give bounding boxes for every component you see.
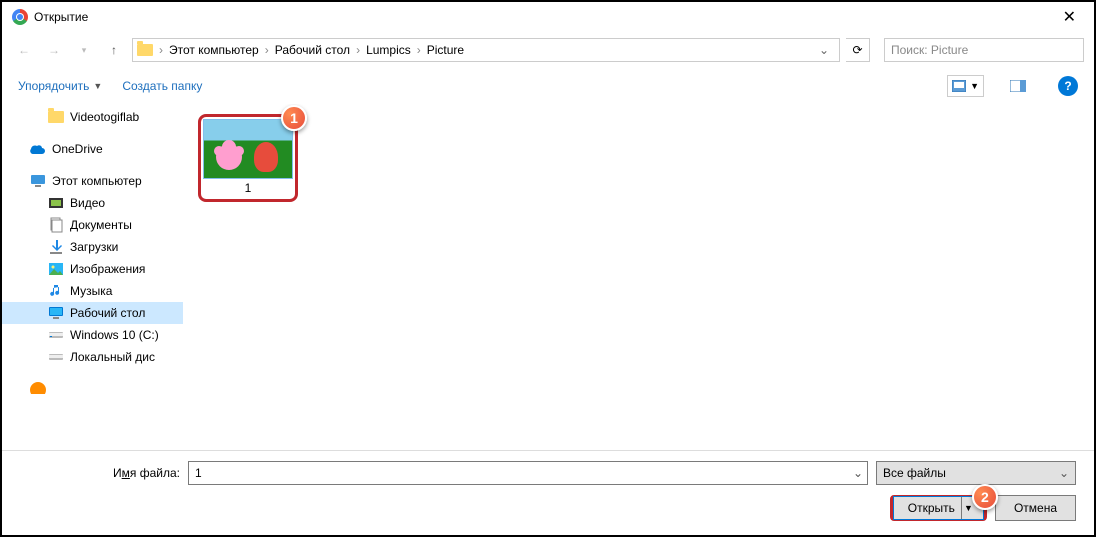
documents-icon [48,217,64,233]
folder-icon [137,44,153,56]
tree-label: OneDrive [52,142,103,156]
file-open-dialog: Открытие ✕ ← → ▾ ↑ › Этот компьютер › Ра… [0,0,1096,537]
sidebar-item-music[interactable]: Музыка [2,280,183,302]
view-mode-button[interactable]: ▼ [947,75,984,97]
filename-row: Имя файла: ⌄ Все файлы ⌄ [20,461,1076,485]
sidebar: Videotogiflab OneDrive Этот компьютер Ви… [2,104,184,450]
sidebar-item-this-pc[interactable]: Этот компьютер [2,170,183,192]
annotation-marker-2: 2 [972,484,998,510]
tree-label: Загрузки [70,240,118,254]
button-row: Открыть ▼ 2 Отмена [20,495,1076,521]
sidebar-item-localdisk[interactable]: Локальный дис [2,346,183,368]
window-title: Открытие [34,10,88,24]
back-button[interactable]: ← [12,38,36,62]
filter-label: Все файлы [883,466,946,480]
pc-icon [30,173,46,189]
chevron-right-icon: › [263,43,271,57]
tree-label: Документы [70,218,132,232]
recent-dropdown[interactable]: ▾ [72,38,96,62]
filename-label: Имя файла: [20,466,180,480]
footer: Имя файла: ⌄ Все файлы ⌄ Открыть ▼ 2 Отм… [2,450,1094,535]
cloud-icon [30,141,46,157]
annotation-marker-1: 1 [281,105,307,131]
tree-label: Videotogiflab [70,110,139,124]
file-type-filter[interactable]: Все файлы ⌄ [876,461,1076,485]
filename-input[interactable] [189,462,849,484]
folder-icon [48,111,64,123]
panel-icon [1010,80,1026,92]
organize-button[interactable]: Упорядочить ▼ [18,79,102,93]
help-button[interactable]: ? [1058,76,1078,96]
sidebar-item-downloads[interactable]: Загрузки [2,236,183,258]
downloads-icon [48,239,64,255]
network-icon [30,382,46,394]
refresh-button[interactable]: ⟳ [846,38,870,62]
chevron-down-icon: ▼ [970,81,979,91]
crumb-lumpics[interactable]: Lumpics [362,43,415,57]
chrome-icon [12,9,28,25]
pictures-icon [48,261,64,277]
sidebar-item-desktop[interactable]: Рабочий стол [2,302,183,324]
open-button-label: Открыть [908,501,955,515]
desktop-icon [48,305,64,321]
tree-label: Этот компьютер [52,174,142,188]
file-name-label: 1 [203,179,293,197]
sidebar-item-documents[interactable]: Документы [2,214,183,236]
new-folder-button[interactable]: Создать папку [122,79,202,93]
filename-input-wrap[interactable]: ⌄ [188,461,868,485]
sidebar-item-onedrive[interactable]: OneDrive [2,138,183,160]
sidebar-item-partial[interactable] [2,378,183,394]
thumbnail-preview [203,119,293,179]
sidebar-item-video[interactable]: Видео [2,192,183,214]
crumb-this-pc[interactable]: Этот компьютер [165,43,263,57]
sidebar-item-videotogiflab[interactable]: Videotogiflab [2,106,183,128]
close-icon[interactable]: ✕ [1055,7,1084,27]
titlebar: Открытие ✕ [2,2,1094,32]
search-placeholder: Поиск: Picture [891,43,968,57]
thumbnails-icon [952,80,966,92]
sidebar-item-pictures[interactable]: Изображения [2,258,183,280]
forward-button[interactable]: → [42,38,66,62]
crumb-picture[interactable]: Picture [423,43,468,57]
music-icon [48,283,64,299]
chevron-right-icon[interactable]: › [157,43,165,57]
open-button[interactable]: Открыть ▼ 2 [890,495,987,521]
tree-label: Рабочий стол [70,306,145,320]
video-icon [48,195,64,211]
up-button[interactable]: ↑ [102,38,126,62]
drive-icon [48,327,64,343]
filename-history-dropdown[interactable]: ⌄ [849,462,867,484]
preview-pane-button[interactable] [1004,75,1032,97]
tree-label: Изображения [70,262,145,276]
crumb-desktop[interactable]: Рабочий стол [271,43,354,57]
chevron-down-icon: ⌄ [1059,466,1069,480]
toolbar: Упорядочить ▼ Создать папку ▼ ? [2,68,1094,104]
tree-label: Локальный дис [70,350,155,364]
chevron-right-icon: › [354,43,362,57]
search-input[interactable]: Поиск: Picture [884,38,1084,62]
tree-label: Видео [70,196,105,210]
file-list[interactable]: 1 1 [184,104,1094,450]
dialog-body: Videotogiflab OneDrive Этот компьютер Ви… [2,104,1094,450]
tree-label: Музыка [70,284,112,298]
navbar: ← → ▾ ↑ › Этот компьютер › Рабочий стол … [2,32,1094,68]
breadcrumb[interactable]: › Этот компьютер › Рабочий стол › Lumpic… [132,38,840,62]
sidebar-item-win10[interactable]: Windows 10 (C:) [2,324,183,346]
file-thumbnail[interactable]: 1 1 [198,114,298,202]
chevron-right-icon: › [415,43,423,57]
drive-icon [48,349,64,365]
cancel-button[interactable]: Отмена [995,495,1076,521]
chevron-down-icon: ▼ [93,81,102,91]
tree-label: Windows 10 (C:) [70,328,159,342]
breadcrumb-dropdown[interactable]: ⌄ [813,43,835,57]
